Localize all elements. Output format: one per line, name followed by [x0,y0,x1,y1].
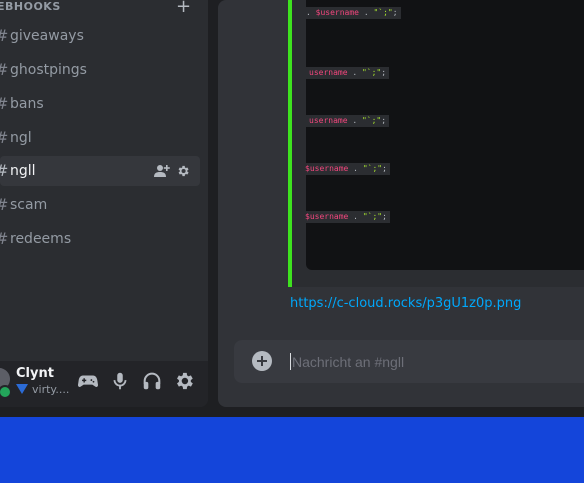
microphone-icon[interactable] [109,370,131,392]
channel-label: ngll [10,163,36,179]
code-token: "`;" [361,68,382,77]
user-panel: Clynt virty.... [0,361,208,407]
channel-item-ngll[interactable]: # ngll [0,156,200,186]
code-block: . $username . "`;"; username . "`;"; use… [302,0,584,270]
hash-icon: # [0,96,8,112]
code-token: username [309,116,348,125]
headphones-icon[interactable] [141,370,163,392]
code-token: . [347,116,362,125]
code-line: username . "`;"; [306,67,390,79]
channel-label: ghostpings [10,62,87,78]
taskbar [0,417,584,483]
code-token: . [348,212,363,221]
code-token: $username [305,164,349,173]
chat-area: . $username . "`;"; username . "`;"; use… [218,0,584,407]
message-input[interactable] [292,352,572,372]
category-header[interactable]: EBHOOKS + [0,0,200,16]
code-token: "`;" [362,164,383,173]
channel-item-scam[interactable]: # scam [0,190,200,220]
code-token: "`;" [362,212,383,221]
code-token: $username [315,8,359,17]
code-token: . [359,8,374,17]
channel-label: giveaways [10,28,84,44]
code-token: . [306,8,316,17]
plus-icon[interactable]: + [176,0,191,16]
add-member-icon[interactable] [154,164,170,178]
code-token: "`;" [361,116,382,125]
gear-icon[interactable] [173,370,195,392]
channel-actions [154,164,190,178]
channel-label: redeems [10,231,72,247]
channel-sidebar: EBHOOKS + # giveaways # ghostpings # ban… [0,0,208,407]
online-status-icon [0,385,12,399]
hash-icon: # [0,231,8,247]
gamepad-icon[interactable] [77,370,99,392]
code-token: ; [382,164,387,173]
text-caret [290,353,291,370]
code-token: ; [381,68,387,77]
hash-icon: # [0,130,8,146]
code-token: username [309,68,348,77]
channel-item-bans[interactable]: # bans [0,89,200,119]
code-token: $username [305,212,349,221]
custom-status-text: virty.... [32,383,70,396]
hash-icon: # [0,197,8,213]
code-line: $username . "`;"; [302,163,390,175]
custom-status: virty.... [16,383,69,397]
category-name[interactable]: EBHOOKS [0,0,61,14]
code-line: $username . "`;"; [302,211,390,223]
message-composer [234,340,584,383]
channel-label: ngl [10,130,32,146]
code-token: ; [382,212,387,221]
status-emoji-icon [16,384,28,394]
code-token: . [348,164,363,173]
discord-window: EBHOOKS + # giveaways # ghostpings # ban… [0,0,584,417]
message-link[interactable]: https://c-cloud.rocks/p3gU1z0p.png [290,295,521,313]
channel-label: bans [10,96,44,112]
channel-item-ngl[interactable]: # ngl [0,123,200,153]
message-embed: . $username . "`;"; username . "`;"; use… [288,0,584,287]
code-token: . [347,68,362,77]
channel-item-redeems[interactable]: # redeems [0,224,200,254]
hash-icon: # [0,62,8,78]
channel-item-giveaways[interactable]: # giveaways [0,21,200,51]
hash-icon: # [0,163,8,179]
channel-label: scam [10,197,48,213]
hash-icon: # [0,28,8,44]
gear-icon[interactable] [176,164,190,178]
code-line: . $username . "`;"; [303,7,401,19]
code-token: ; [381,116,387,125]
code-token: "`;" [373,8,393,17]
channel-item-ghostpings[interactable]: # ghostpings [0,55,200,85]
username[interactable]: Clynt [16,366,54,382]
attach-plus-icon[interactable] [252,351,272,371]
code-token: ; [392,8,398,17]
code-line: username . "`;"; [306,115,390,127]
